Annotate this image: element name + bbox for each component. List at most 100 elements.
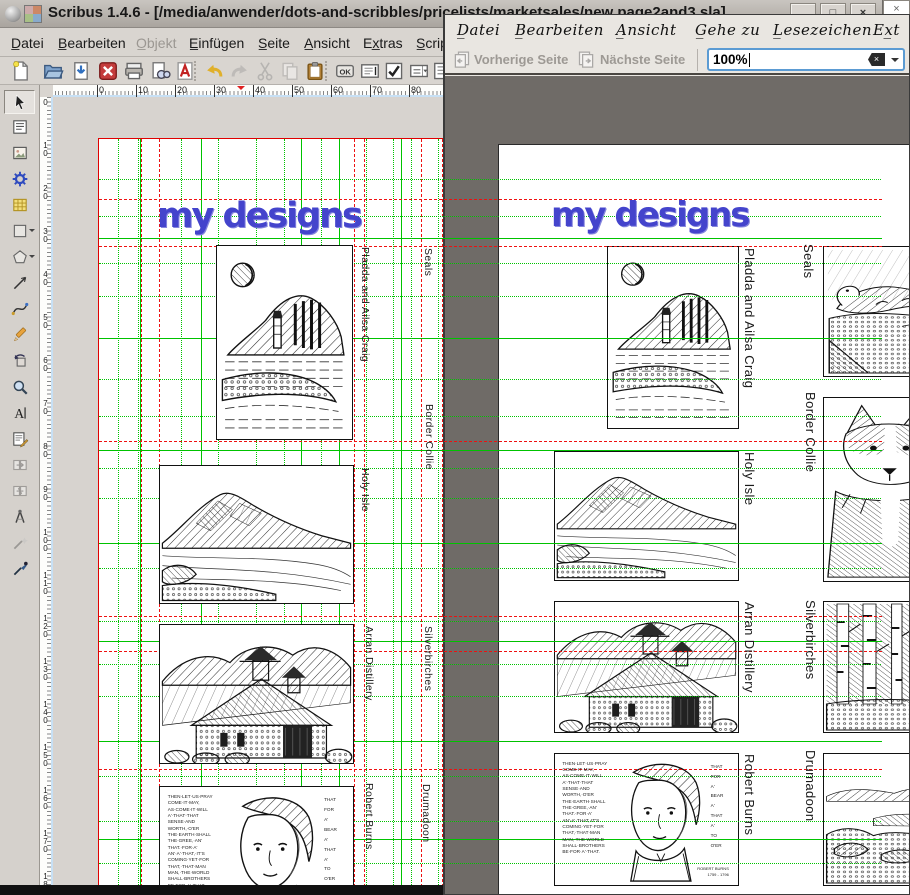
next-page-icon bbox=[577, 49, 597, 69]
print-button[interactable] bbox=[121, 59, 147, 83]
pdf-logo-text: my designs bbox=[551, 195, 749, 235]
copy-item-properties-icon bbox=[11, 534, 29, 552]
menu-seite[interactable]: S̲eite bbox=[255, 33, 293, 53]
insert-render-frame-tool[interactable] bbox=[4, 168, 35, 192]
image-frame-arran-distillery[interactable] bbox=[159, 624, 354, 764]
link-text-frames-tool[interactable] bbox=[4, 454, 35, 478]
ruler-corner bbox=[40, 85, 53, 97]
ruler-number: 90 bbox=[40, 485, 49, 501]
pdf-image-border-collie bbox=[823, 397, 909, 582]
insert-bezier-curve-tool[interactable] bbox=[4, 298, 35, 322]
copy-item-properties-tool[interactable] bbox=[4, 532, 35, 556]
viewer-menu-gehe-zu[interactable]: G̲ehe zu bbox=[695, 21, 760, 39]
label-arran-distillery[interactable]: Arran Distillery bbox=[363, 626, 375, 701]
label-border-collie[interactable]: Border Collie bbox=[423, 404, 435, 470]
ruler-number: 110 bbox=[40, 571, 49, 595]
zoom-combobox[interactable]: 100% × bbox=[707, 48, 905, 71]
zoom-icon bbox=[11, 378, 29, 396]
label-drumadoon[interactable]: Drumadoon bbox=[420, 784, 432, 842]
menu-datei[interactable]: D̲atei bbox=[8, 33, 47, 53]
zoom-value[interactable]: 100% bbox=[713, 52, 748, 67]
ruler-number: 10 bbox=[40, 141, 49, 157]
edit-text-story-editor-tool[interactable] bbox=[4, 428, 35, 452]
insert-image-frame-tool[interactable] bbox=[4, 142, 35, 166]
open-icon bbox=[42, 60, 64, 82]
pdf-push-button-button[interactable] bbox=[332, 59, 358, 83]
guide-line bbox=[99, 769, 882, 770]
pdf-image-drumadoon bbox=[823, 753, 909, 886]
previous-page-button[interactable]: Vorherige Seite bbox=[451, 48, 568, 72]
edit-contents-tool[interactable] bbox=[4, 402, 35, 426]
label-robert-burns[interactable]: Robert Burns bbox=[363, 783, 375, 850]
guide-line bbox=[99, 616, 882, 617]
vertical-ruler[interactable]: 0102030405060708090100110120130140150160… bbox=[40, 97, 53, 885]
insert-polygon-tool[interactable] bbox=[4, 246, 35, 270]
logo-text-frame[interactable]: my designs bbox=[157, 196, 361, 236]
new-document-icon bbox=[10, 60, 32, 82]
undo-icon bbox=[203, 60, 225, 82]
select-item-tool[interactable] bbox=[4, 90, 35, 114]
image-frame-holy-isle[interactable] bbox=[159, 465, 354, 604]
clear-icon[interactable]: × bbox=[868, 53, 885, 66]
label-pladda[interactable]: Pladda and Ailsa Craig bbox=[359, 247, 371, 362]
burns-poem-fragments: THAT FOR A' BEAR A' THAT A' TO O'ER bbox=[711, 762, 735, 851]
insert-freehand-line-tool[interactable] bbox=[4, 324, 35, 348]
viewer-menu-bearbeiten[interactable]: B̲earbeiten bbox=[515, 21, 604, 39]
image-frame-pladda[interactable] bbox=[216, 245, 353, 440]
viewer-menubar: D̲atei B̲earbeiten A̲nsicht G̲ehe zu L̲e… bbox=[445, 18, 909, 45]
insert-table-tool[interactable] bbox=[4, 194, 35, 218]
pdf-image-seals bbox=[823, 246, 909, 377]
pdf-label-arran-distillery: Arran Distillery bbox=[742, 602, 757, 693]
menu-einfuegen[interactable]: E̲infügen bbox=[186, 33, 247, 53]
rotate-item-tool[interactable] bbox=[4, 350, 35, 374]
next-page-button[interactable]: Nächste Seite bbox=[577, 48, 685, 72]
pdf-text-field-button[interactable] bbox=[357, 59, 383, 83]
measurements-icon bbox=[11, 508, 29, 526]
insert-freehand-line-icon bbox=[11, 326, 29, 344]
arran-distillery-artwork bbox=[160, 625, 353, 763]
unlink-text-frames-icon bbox=[11, 482, 29, 500]
save-button[interactable] bbox=[68, 59, 94, 83]
insert-polygon-icon bbox=[11, 248, 29, 266]
menu-objekt[interactable]: O̲bjekt bbox=[133, 33, 179, 53]
scribus-tool-palette bbox=[0, 85, 40, 885]
menu-bearbeiten[interactable]: B̲earbeiten bbox=[55, 33, 129, 53]
image-frame-robert-burns[interactable]: THEN·LET·US·PRAY COME·IT·MAY, AS·COME·IT… bbox=[159, 786, 354, 885]
preflight-verifier-button[interactable] bbox=[147, 59, 173, 83]
pdf-check-box-button[interactable] bbox=[381, 59, 407, 83]
copy-button[interactable] bbox=[277, 59, 303, 83]
viewer-menu-lesezeichen[interactable]: L̲esezeichen bbox=[773, 21, 872, 39]
burns-poem-fragments: THAT FOR A' BEAR A' THAT A' TO O'ER bbox=[324, 795, 349, 884]
label-seals[interactable]: Seals bbox=[422, 248, 434, 276]
guide-line bbox=[99, 621, 882, 622]
ruler-number: 140 bbox=[40, 700, 49, 724]
pdf-push-button-icon bbox=[334, 60, 356, 82]
label-holy-isle[interactable]: Holy Isle bbox=[359, 468, 371, 512]
guide-line bbox=[99, 238, 882, 239]
ruler-number: 0 bbox=[40, 98, 49, 106]
guide-line bbox=[99, 441, 882, 442]
cut-icon bbox=[254, 60, 276, 82]
redo-button[interactable] bbox=[227, 59, 253, 83]
insert-text-frame-tool[interactable] bbox=[4, 116, 35, 140]
chevron-down-icon[interactable] bbox=[891, 58, 899, 66]
label-silverbirches[interactable]: Silverbirches bbox=[422, 626, 434, 691]
zoom-tool[interactable] bbox=[4, 376, 35, 400]
viewer-menu-datei[interactable]: D̲atei bbox=[457, 21, 500, 39]
new-document-button[interactable] bbox=[8, 59, 34, 83]
open-button[interactable] bbox=[40, 59, 66, 83]
viewer-menu-ansicht[interactable]: A̲nsicht bbox=[616, 21, 677, 39]
cut-button[interactable] bbox=[252, 59, 278, 83]
viewer-menu-extras[interactable]: Ex̲t bbox=[873, 21, 900, 39]
eye-dropper-tool[interactable] bbox=[4, 558, 35, 582]
unlink-text-frames-tool[interactable] bbox=[4, 480, 35, 504]
insert-line-tool[interactable] bbox=[4, 272, 35, 296]
menu-extras[interactable]: Ex̲tras bbox=[360, 33, 406, 53]
undo-button[interactable] bbox=[201, 59, 227, 83]
insert-shape-tool[interactable] bbox=[4, 220, 35, 244]
measurements-tool[interactable] bbox=[4, 506, 35, 530]
ruler-number: 70 bbox=[372, 85, 382, 95]
close-button[interactable] bbox=[95, 59, 121, 83]
menu-ansicht[interactable]: A̲nsicht bbox=[301, 33, 353, 53]
pdf-combo-box-button[interactable] bbox=[406, 59, 432, 83]
